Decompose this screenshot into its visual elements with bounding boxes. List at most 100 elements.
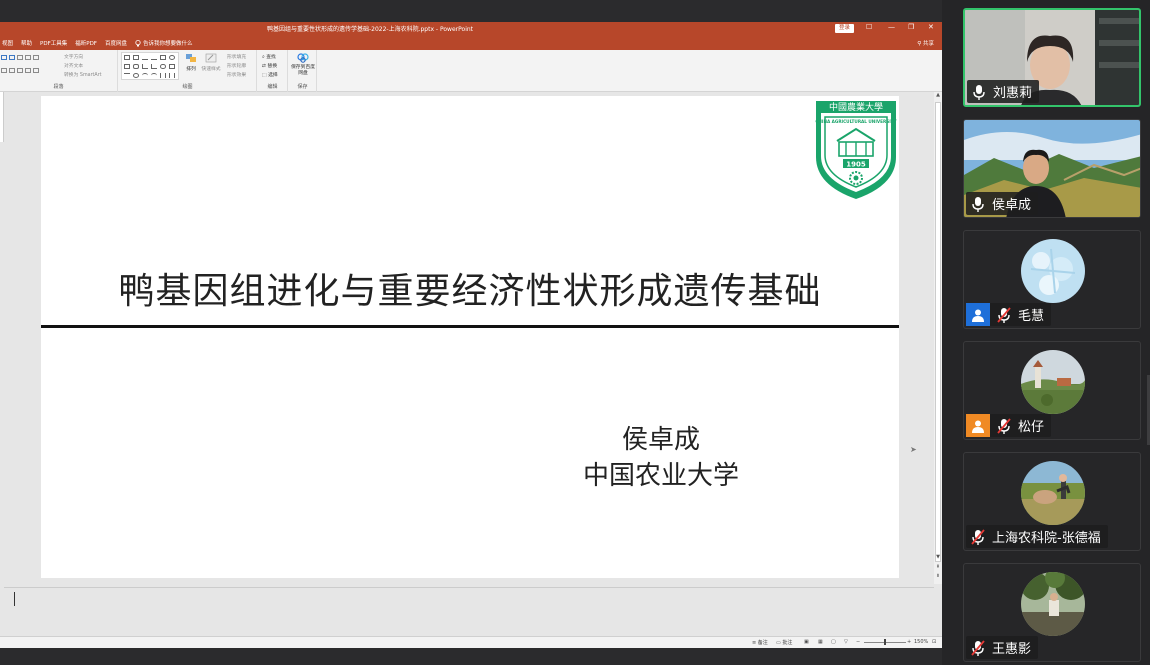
shape-icon[interactable] (142, 73, 148, 78)
shape-outline-button[interactable]: 形状轮廓 (227, 62, 246, 69)
align-text-button[interactable]: 对齐文本 (64, 62, 83, 69)
shape-icon[interactable] (124, 64, 130, 69)
participant-nametag: 刘惠莉 (967, 80, 1040, 103)
microphone-muted-icon[interactable] (966, 636, 990, 659)
university-logo: 中國農業大學 CHINA AGRICULTURAL UNIVERSITY 190… (815, 101, 898, 199)
paragraph-group-label: 段落 (53, 84, 64, 90)
shape-icon[interactable] (133, 64, 139, 69)
microphone-muted-icon[interactable] (992, 303, 1016, 326)
participant-name: 王惠影 (992, 642, 1032, 657)
shape-fill-button[interactable]: 形状填充 (227, 53, 246, 60)
tell-me-box[interactable]: 告诉我你想要做什么 (135, 39, 193, 47)
restore-icon[interactable]: ❐ (908, 23, 914, 31)
shape-icon[interactable] (124, 55, 130, 60)
quick-styles-button[interactable]: 快速样式 (201, 53, 221, 72)
tab-baidu-netdisk[interactable]: 百度网盘 (105, 39, 127, 47)
shapes-gallery[interactable] (121, 52, 179, 80)
drawing-group-label: 绘图 (182, 84, 193, 90)
shape-icon[interactable] (160, 73, 166, 78)
shape-icon[interactable] (160, 64, 166, 69)
shape-icon[interactable] (169, 64, 175, 69)
participant-name: 毛慧 (1018, 309, 1045, 324)
vertical-scrollbar[interactable]: ▲ ▼ ⇞ ⇟ (934, 92, 942, 584)
scroll-down-icon[interactable]: ▼ (934, 554, 942, 560)
find-button[interactable]: ⌕ 查找 (262, 53, 276, 60)
bullets-icon[interactable] (1, 55, 7, 60)
share-button[interactable]: ⚲ 共享 (917, 39, 934, 47)
next-slide-icon[interactable]: ⇟ (934, 573, 942, 579)
minimize-icon[interactable]: — (888, 23, 895, 31)
tab-help[interactable]: 帮助 (21, 39, 32, 47)
shape-icon[interactable] (151, 73, 157, 78)
microphone-muted-icon[interactable] (966, 525, 990, 548)
replace-button[interactable]: ⇄ 替换 (262, 62, 277, 69)
shape-icon[interactable] (169, 55, 175, 60)
justify-icon[interactable] (25, 68, 31, 73)
shape-effects-button[interactable]: 形状效果 (227, 71, 246, 78)
shape-icon[interactable] (133, 73, 139, 78)
shape-icon[interactable] (169, 73, 175, 78)
align-center-icon[interactable] (9, 68, 15, 73)
zoom-level[interactable]: 150% (914, 639, 928, 645)
tab-view[interactable]: 视图 (2, 39, 13, 47)
decrease-indent-icon[interactable] (17, 55, 23, 60)
ribbon-display-icon[interactable]: ☐ (866, 23, 872, 31)
columns-icon[interactable] (33, 68, 39, 73)
comments-button[interactable]: ▭ 批注 (776, 639, 792, 646)
shape-icon[interactable] (151, 55, 157, 60)
zoom-in-icon[interactable]: + (907, 639, 911, 645)
slideshow-icon[interactable]: ▽ (844, 639, 848, 645)
lightbulb-icon (135, 39, 141, 46)
zoom-out-icon[interactable]: − (856, 639, 860, 645)
participant-tile[interactable]: 毛慧 (963, 230, 1141, 329)
notes-button[interactable]: ≡ 备注 (752, 639, 768, 646)
scrollbar-thumb[interactable] (935, 102, 941, 562)
microphone-icon[interactable] (967, 80, 991, 103)
shape-icon[interactable] (160, 55, 166, 60)
scroll-up-icon[interactable]: ▲ (934, 92, 942, 98)
title-bar: 鸭基因组与重要性状形成的遗传学基础-2022-上海农科院.pptx - Powe… (0, 22, 942, 36)
zoom-slider-thumb[interactable] (884, 639, 886, 645)
shape-icon[interactable] (142, 64, 148, 69)
fit-slide-icon[interactable]: ⊡ (932, 639, 936, 645)
participant-tile[interactable]: 侯卓成 (963, 119, 1141, 218)
participant-nametag: 毛慧 (966, 303, 1052, 326)
title-underline (41, 325, 899, 328)
align-right-icon[interactable] (17, 68, 23, 73)
normal-view-icon[interactable]: ▣ (804, 639, 809, 645)
screen: 鸭基因组与重要性状形成的遗传学基础-2022-上海农科院.pptx - Powe… (0, 0, 1150, 665)
tab-foxit-pdf[interactable]: 福昕PDF (75, 39, 97, 47)
numbering-icon[interactable] (9, 55, 15, 60)
shape-icon[interactable] (142, 55, 148, 60)
shape-icon[interactable] (124, 73, 130, 78)
shape-icon[interactable] (151, 64, 157, 69)
participant-tile[interactable]: 王惠影 (963, 563, 1141, 662)
ribbon: 文字方向 对齐文本 转换为 SmartArt 段落 排列 快速样式 形状填充 形… (0, 50, 942, 92)
participant-tile[interactable]: 上海农科院-张德福 (963, 452, 1141, 551)
previous-slide-icon[interactable]: ⇞ (934, 564, 942, 570)
microphone-icon[interactable] (966, 192, 990, 215)
line-spacing-icon[interactable] (33, 55, 39, 60)
login-button[interactable]: 登录 (835, 24, 855, 33)
save-to-baidu-button[interactable]: 保存到百度网盘 (291, 53, 315, 76)
convert-smartart-button[interactable]: 转换为 SmartArt (64, 71, 102, 78)
logo-ring-text: CHINA AGRICULTURAL UNIVERSITY (815, 119, 897, 124)
reading-view-icon[interactable]: ▢ (831, 639, 836, 645)
participant-tile[interactable]: 松仔 (963, 341, 1141, 440)
notes-pane[interactable] (4, 587, 934, 637)
slide-sorter-icon[interactable]: ▦ (818, 639, 823, 645)
microphone-muted-icon[interactable] (992, 414, 1016, 437)
slide-title: 鸭基因组进化与重要经济性状形成遗传基础 (118, 271, 822, 312)
align-left-icon[interactable] (1, 68, 7, 73)
shape-icon[interactable] (133, 55, 139, 60)
text-direction-button[interactable]: 文字方向 (64, 53, 83, 60)
participant-tile[interactable]: 刘惠莉 (963, 8, 1141, 107)
person-icon: ⚲ (917, 41, 922, 47)
arrange-button[interactable]: 排列 (183, 53, 199, 72)
close-icon[interactable]: ✕ (928, 23, 934, 31)
tab-pdf-tools[interactable]: PDF工具集 (40, 39, 67, 47)
increase-indent-icon[interactable] (25, 55, 31, 60)
slide[interactable]: 中國農業大學 CHINA AGRICULTURAL UNIVERSITY 190… (41, 96, 899, 578)
comments-label: 批注 (782, 640, 793, 646)
select-button[interactable]: ⬚ 选择 (262, 71, 278, 78)
